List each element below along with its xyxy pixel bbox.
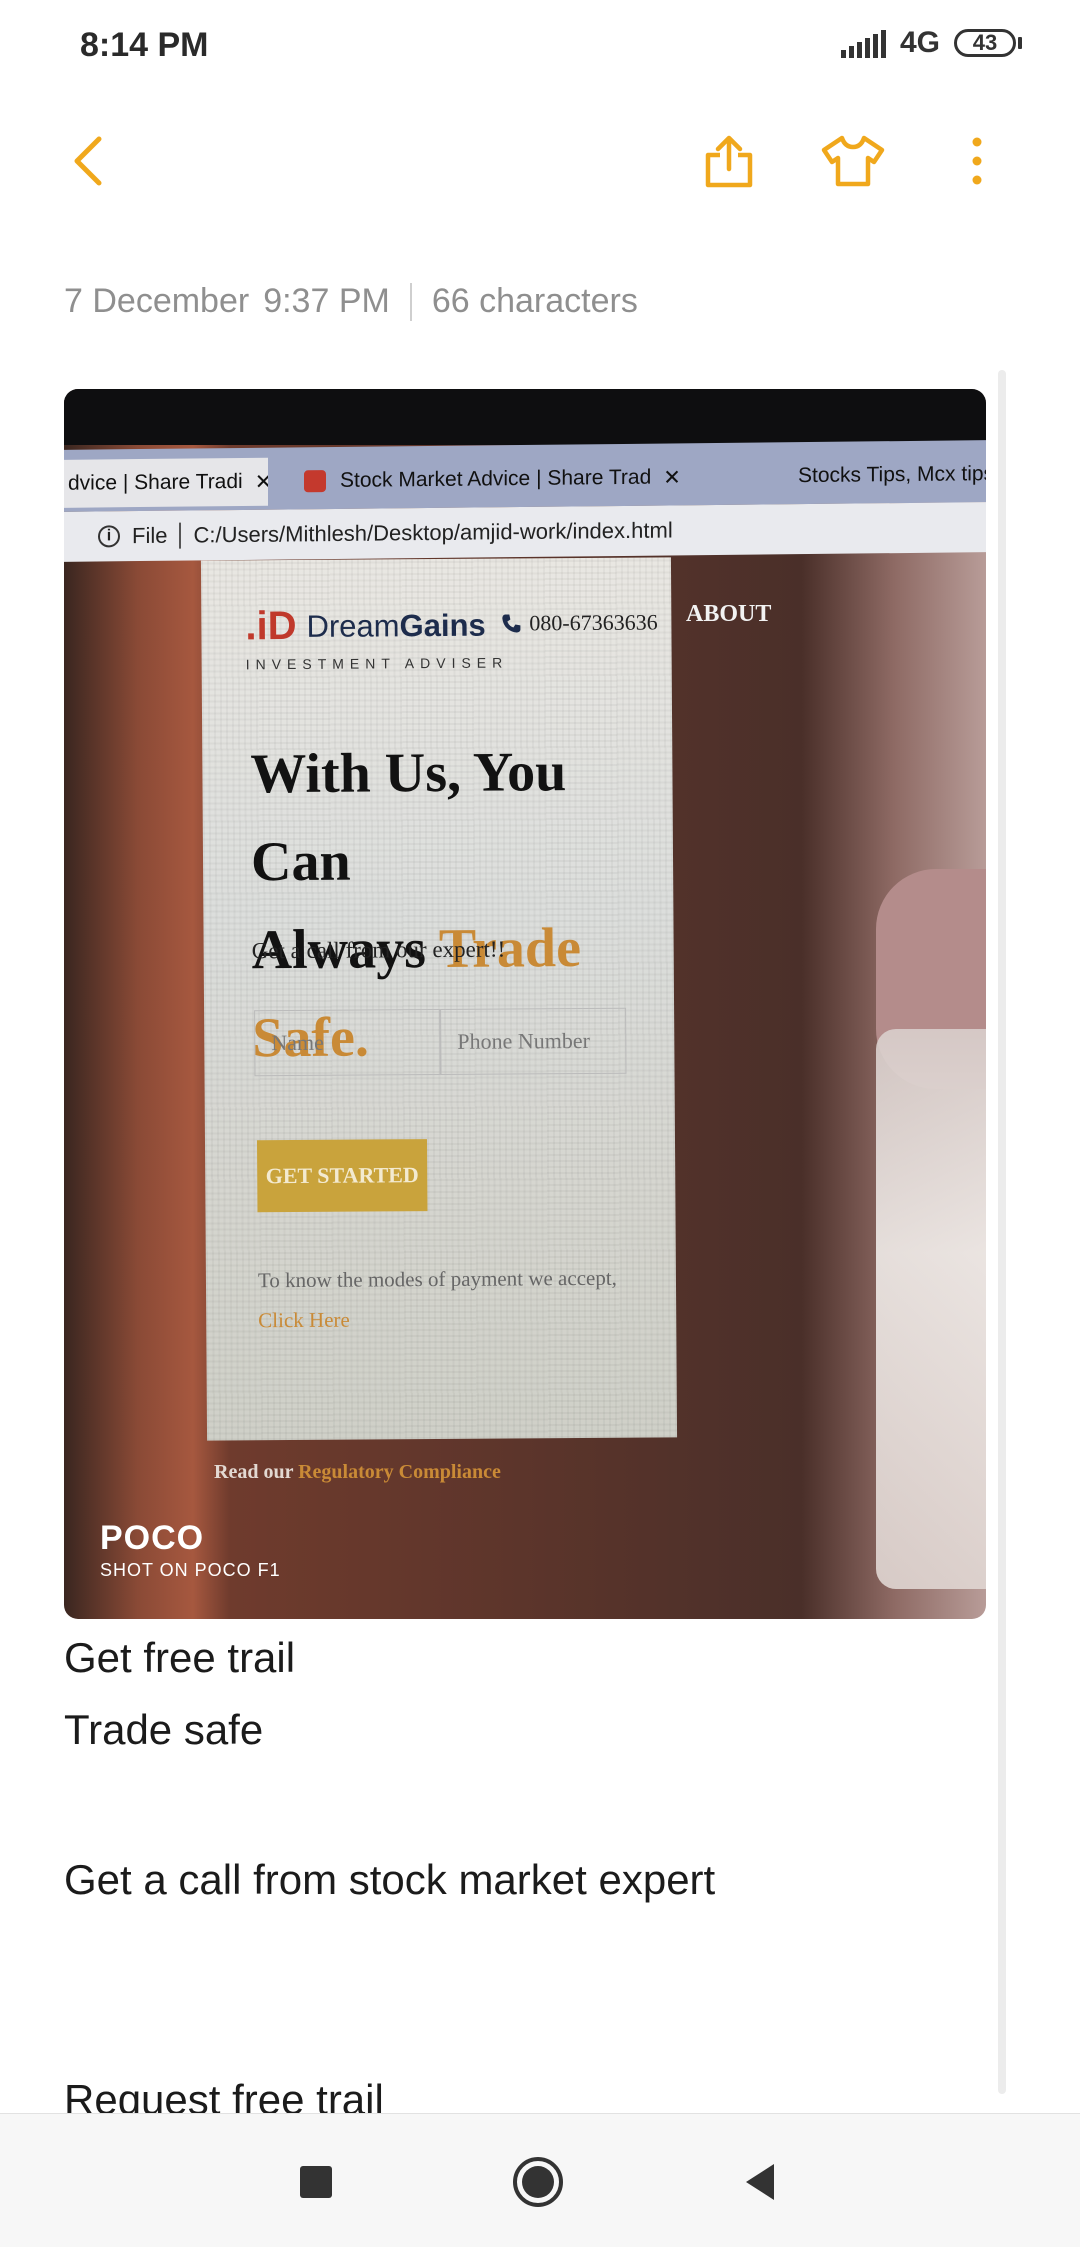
system-nav-bar: [0, 2113, 1080, 2247]
photo-attachment[interactable]: dvice | Share Tradi ✕ Stock Market Advic…: [64, 389, 986, 1619]
more-vertical-icon: [972, 137, 982, 185]
browser-tab-strip: dvice | Share Tradi ✕ Stock Market Advic…: [64, 440, 986, 512]
site-name-field: Name: [254, 1008, 441, 1077]
more-options-button[interactable]: [932, 116, 1022, 206]
site-logo: .iD DreamGains: [245, 603, 486, 649]
site-phone: 080-67363636: [501, 609, 658, 636]
logo-mark: .iD: [245, 603, 297, 649]
site-payment-note: To know the modes of payment we accept, …: [257, 1265, 617, 1333]
square-icon: [300, 2166, 332, 2198]
triangle-back-icon: [746, 2164, 774, 2200]
note-time: 9:37 PM: [263, 282, 390, 320]
status-time: 8:14 PM: [80, 26, 209, 64]
share-button[interactable]: [684, 116, 774, 206]
favicon-icon: [304, 470, 326, 493]
camera-watermark: POCO SHOT ON POCO F1: [100, 1519, 281, 1580]
browser-address-bar: i File C:/Users/Mithlesh/Desktop/amjid-w…: [64, 502, 986, 562]
char-count: 66 characters: [431, 282, 638, 320]
back-button[interactable]: [44, 116, 134, 206]
scrollbar[interactable]: [998, 370, 1006, 2094]
status-icons: 4G 43: [840, 26, 1022, 60]
status-bar: 8:14 PM 4G 43: [0, 0, 1080, 96]
note-line[interactable]: Get a call from stock market expert: [64, 1856, 715, 1904]
note-meta: 7 December 9:37 PM 66 characters: [64, 282, 638, 321]
note-date: 7 December: [64, 282, 250, 320]
close-icon: ✕: [254, 470, 268, 494]
browser-tab: Stock Market Advice | Share Trad ✕: [284, 452, 774, 505]
note-toolbar: [0, 116, 1080, 206]
recent-apps-button[interactable]: [276, 2142, 356, 2222]
site-tagline: INVESTMENT ADVISER: [245, 654, 509, 673]
theme-button[interactable]: [808, 116, 898, 206]
note-line[interactable]: Get free trail: [64, 1634, 295, 1682]
chevron-left-icon: [74, 136, 102, 186]
nav-back-button[interactable]: [720, 2142, 800, 2222]
address-scheme: File: [132, 522, 168, 549]
circle-icon: [513, 2157, 563, 2207]
signal-icon: [840, 28, 886, 58]
browser-tab: dvice | Share Tradi ✕: [64, 457, 268, 508]
phone-icon: [502, 614, 521, 633]
home-button[interactable]: [498, 2142, 578, 2222]
battery-icon: 43: [954, 29, 1022, 57]
info-icon: i: [98, 525, 120, 548]
meta-divider: [409, 282, 412, 321]
network-type: 4G: [899, 26, 940, 59]
close-icon: ✕: [663, 465, 681, 490]
note-line[interactable]: Trade safe: [64, 1706, 263, 1754]
photographed-webpage: .iD DreamGains INVESTMENT ADVISER 080-67…: [200, 557, 678, 1441]
site-regulatory-line: Read our Regulatory Compliance: [214, 1461, 501, 1483]
tshirt-icon: [821, 135, 885, 187]
site-phone-field: Phone Number: [440, 1007, 627, 1075]
share-icon: [705, 135, 753, 188]
site-get-started-button: GET STARTED: [256, 1139, 428, 1213]
battery-level: 43: [954, 29, 1016, 57]
address-path: C:/Users/Mithlesh/Desktop/amjid-work/ind…: [193, 517, 673, 548]
site-nav-about: ABOUT: [686, 601, 772, 627]
browser-tab: Stocks Tips, Mcx tips, In: [798, 462, 986, 488]
site-cta-text: Get a call from our expert!!: [251, 936, 506, 964]
